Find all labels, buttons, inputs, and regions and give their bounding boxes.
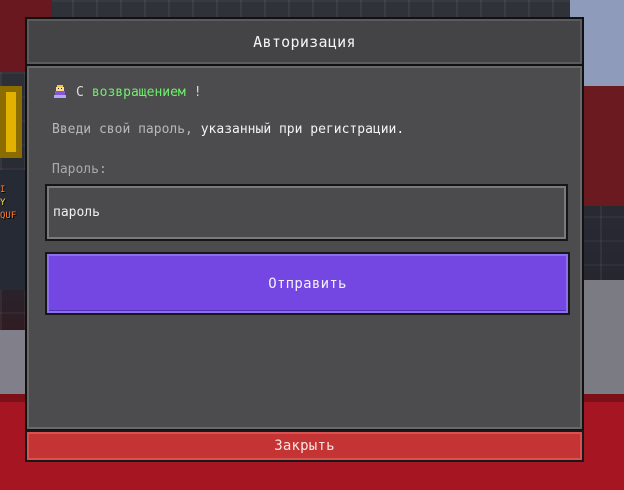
- password-input[interactable]: [47, 186, 566, 239]
- password-label: Пароль:: [52, 162, 107, 177]
- welcome-suffix: !: [193, 84, 202, 100]
- instructions-part-1: Введи свой пароль,: [52, 122, 201, 137]
- background-sign-line-2: Y: [0, 198, 6, 208]
- background-sign-line-3: QUF: [0, 211, 17, 221]
- right-red-block: [582, 86, 624, 206]
- close-button-label: Закрыть: [274, 438, 335, 454]
- player-icon: [52, 84, 68, 100]
- welcome-prefix: С: [76, 84, 84, 100]
- background-sign-line-1: I: [0, 185, 6, 195]
- submit-button-label: Отправить: [268, 275, 347, 292]
- dialog-title: Авторизация: [253, 32, 356, 51]
- welcome-row: С возвращением !: [52, 83, 202, 101]
- close-button[interactable]: Закрыть: [25, 430, 584, 462]
- welcome-highlight: возвращением: [91, 84, 186, 100]
- background-sign-text: I Y QUF: [0, 184, 24, 223]
- authorization-dialog: Авторизация С возвращением ! Введи свой …: [25, 17, 584, 466]
- dialog-body: С возвращением ! Введи свой пароль, указ…: [25, 64, 584, 431]
- dialog-header: Авторизация: [25, 17, 584, 64]
- submit-button[interactable]: Отправить: [45, 252, 570, 315]
- instructions-text: Введи свой пароль, указанный при регистр…: [52, 122, 404, 137]
- password-field[interactable]: [45, 184, 568, 241]
- instructions-part-2: указанный при регистрации.: [200, 122, 405, 137]
- left-yellow-block: [0, 86, 22, 158]
